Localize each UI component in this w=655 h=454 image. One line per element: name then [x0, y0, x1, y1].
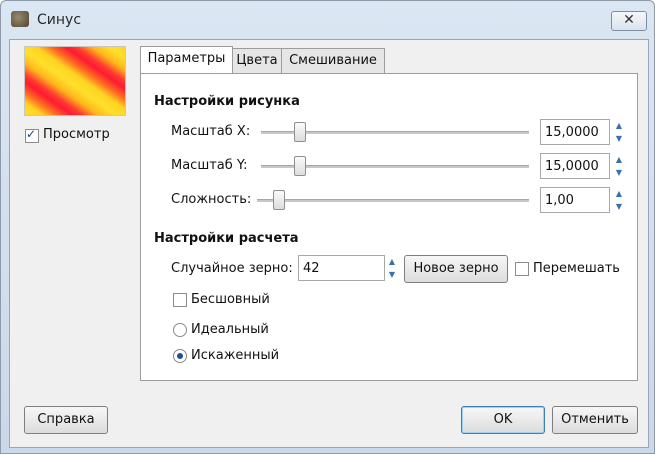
- scale-x-input[interactable]: 15,0000: [540, 119, 610, 145]
- parameters-panel: Настройки рисунка Масштаб X: 15,0000 ▲ ▼…: [140, 73, 638, 381]
- seed-input[interactable]: 42: [298, 255, 385, 281]
- preview-label[interactable]: Просмотр: [43, 127, 110, 142]
- tab-colors[interactable]: Цвета: [232, 48, 282, 73]
- calc-settings-heading: Настройки расчета: [154, 231, 299, 246]
- seamless-label[interactable]: Бесшовный: [191, 292, 270, 307]
- ideal-radio[interactable]: [173, 323, 187, 337]
- scale-y-input[interactable]: 15,0000: [540, 153, 610, 179]
- preview-image: [24, 46, 126, 116]
- shuffle-label[interactable]: Перемешать: [533, 261, 620, 276]
- seed-spinner[interactable]: ▲ ▼: [386, 255, 398, 281]
- close-button[interactable]: ✕: [611, 11, 647, 31]
- scale-y-label: Масштаб Y:: [171, 158, 248, 173]
- distorted-label[interactable]: Искаженный: [191, 348, 279, 363]
- scale-y-spinner[interactable]: ▲ ▼: [613, 153, 625, 179]
- tab-blending[interactable]: Смешивание: [281, 48, 385, 73]
- spin-up-icon[interactable]: ▲: [613, 119, 625, 132]
- preview-checkbox[interactable]: [25, 127, 39, 143]
- scale-x-slider-handle[interactable]: [294, 122, 306, 142]
- gimp-app-icon: [11, 11, 29, 27]
- complexity-slider-track[interactable]: [257, 199, 529, 202]
- spin-up-icon[interactable]: ▲: [613, 153, 625, 166]
- scale-x-label: Масштаб X:: [171, 124, 251, 139]
- dialog-client-area: Просмотр Параметры Цвета Смешивание Наст…: [9, 39, 649, 448]
- cancel-button[interactable]: Отменить: [552, 406, 638, 434]
- ok-button[interactable]: OK: [461, 406, 545, 434]
- complexity-input[interactable]: 1,00: [540, 187, 610, 213]
- seed-label: Случайное зерно:: [171, 261, 293, 276]
- spin-up-icon[interactable]: ▲: [613, 187, 625, 200]
- spin-down-icon[interactable]: ▼: [613, 132, 625, 145]
- title-bar: Синус ✕: [1, 1, 654, 39]
- tab-parameters[interactable]: Параметры: [140, 46, 233, 73]
- sinus-dialog-window: Синус ✕ Просмотр Параметры Цвета Смешива…: [0, 0, 655, 454]
- distorted-radio[interactable]: [173, 349, 187, 363]
- spin-down-icon[interactable]: ▼: [613, 200, 625, 213]
- scale-x-spinner[interactable]: ▲ ▼: [613, 119, 625, 145]
- close-icon: ✕: [623, 12, 635, 28]
- seamless-checkbox[interactable]: [173, 293, 187, 307]
- complexity-spinner[interactable]: ▲ ▼: [613, 187, 625, 213]
- shuffle-checkbox[interactable]: [515, 262, 529, 276]
- scale-y-slider-handle[interactable]: [294, 156, 306, 176]
- window-title: Синус: [37, 12, 82, 28]
- spin-down-icon[interactable]: ▼: [386, 268, 398, 281]
- complexity-label: Сложность:: [171, 192, 252, 207]
- help-button[interactable]: Справка: [24, 406, 108, 434]
- spin-down-icon[interactable]: ▼: [613, 166, 625, 179]
- ideal-label[interactable]: Идеальный: [191, 322, 269, 337]
- spin-up-icon[interactable]: ▲: [386, 255, 398, 268]
- drawing-settings-heading: Настройки рисунка: [154, 94, 300, 109]
- new-seed-button[interactable]: Новое зерно: [404, 255, 508, 283]
- complexity-slider-handle[interactable]: [273, 190, 285, 210]
